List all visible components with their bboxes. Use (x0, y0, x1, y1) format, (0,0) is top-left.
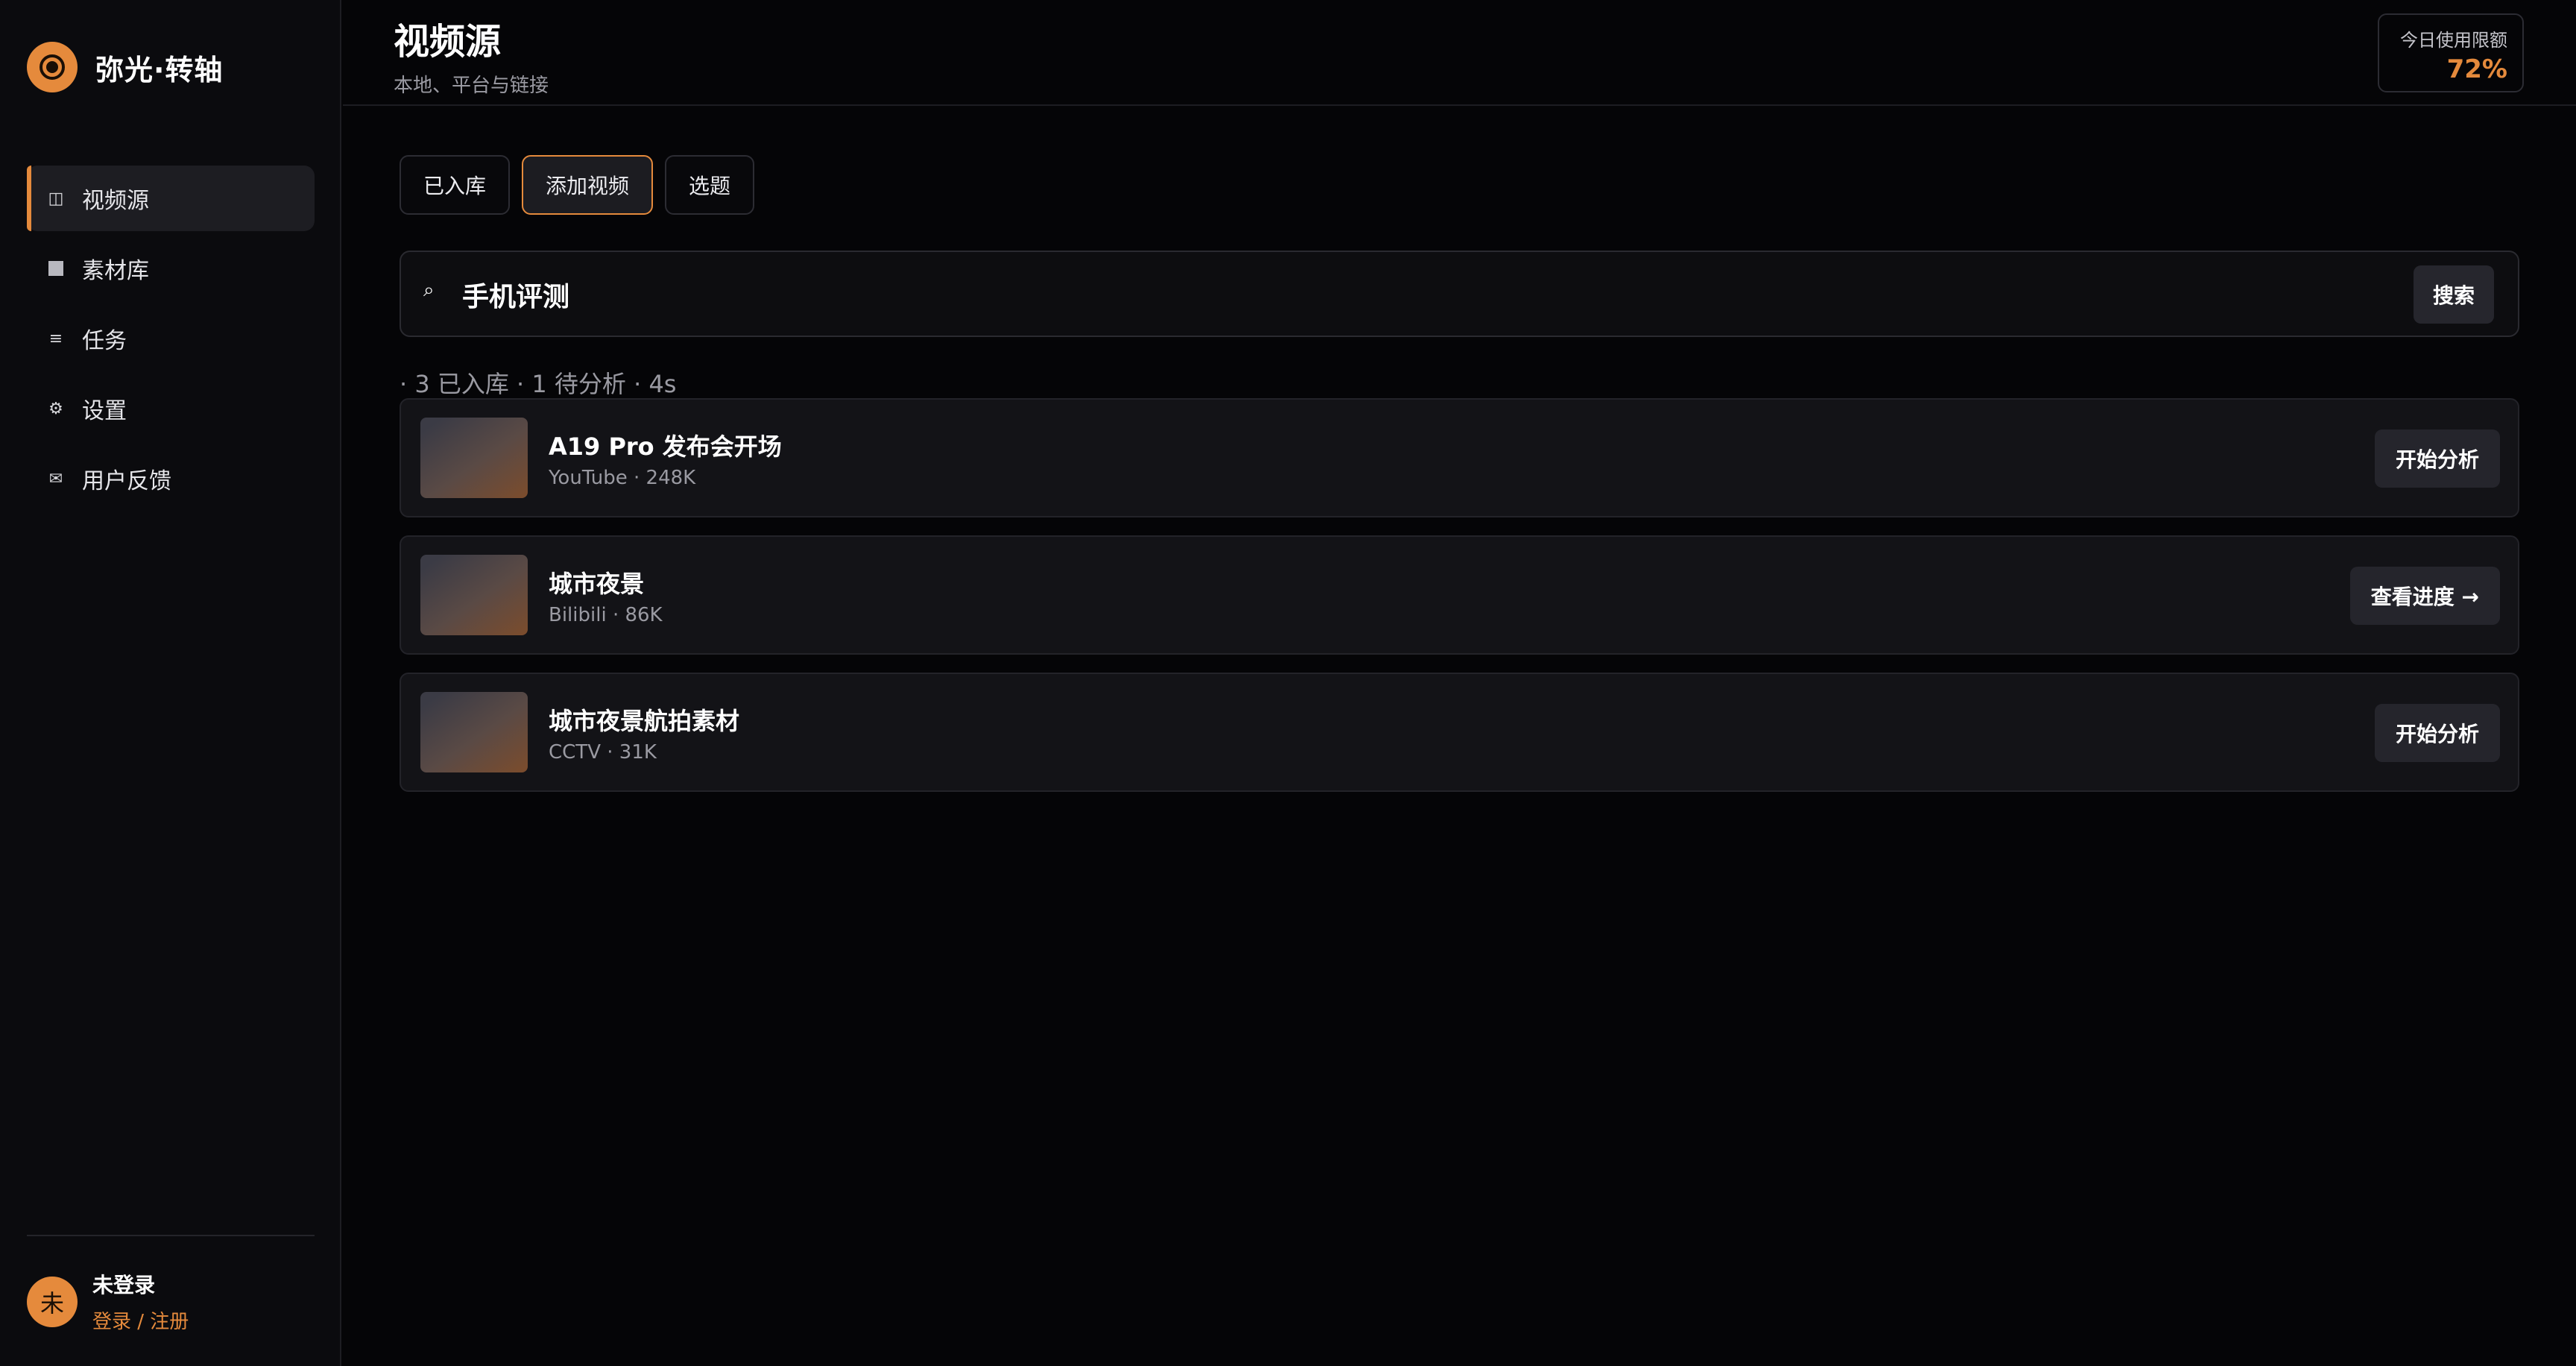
user-box: 未 未登录 登录 / 注册 (27, 1269, 189, 1334)
page-title: 视频源 (394, 21, 502, 63)
video-thumbnail (420, 692, 528, 772)
tab-add-video[interactable]: 添加视频 (522, 155, 654, 215)
brand-logo-icon (27, 42, 78, 92)
square-icon (45, 261, 67, 276)
avatar[interactable]: 未 (27, 1276, 78, 1327)
user-name: 未登录 (92, 1273, 156, 1297)
quota-value: 72% (2446, 54, 2507, 84)
sidebar-item-label: 素材库 (82, 258, 149, 284)
sidebar-item-settings[interactable]: ⚙ 设置 (27, 376, 315, 441)
sidebar-item-label: 用户反馈 (82, 468, 171, 494)
quota-label: 今日使用限额 (2400, 30, 2507, 51)
results-summary: · 3 已入库 · 1 待分析 · 4s (400, 370, 677, 398)
video-meta: YouTube · 248K (549, 467, 696, 489)
user-info: 未登录 登录 / 注册 (92, 1269, 189, 1334)
usage-quota: 今日使用限额 72% (2378, 13, 2524, 92)
view-progress-button[interactable]: 查看进度 → (2349, 567, 2500, 625)
login-register-link[interactable]: 登录 / 注册 (92, 1306, 189, 1334)
search-input[interactable] (461, 268, 2324, 321)
brand-name: 弥光·转轴 (95, 53, 224, 86)
columns-icon: ◫ (48, 189, 64, 208)
sidebar-item-material-library[interactable]: 素材库 (27, 236, 315, 301)
brand[interactable]: 弥光·转轴 (27, 42, 223, 92)
video-thumbnail (420, 555, 528, 635)
sidebar: 弥光·转轴 ◫ 视频源 素材库 ≡ 任务 ⚙ 设置 ✉ 用户反馈 未 未登录 登… (0, 0, 341, 1366)
list-item[interactable]: A19 Pro 发布会开场 YouTube · 248K 开始分析 (400, 398, 2519, 517)
source-tabs: 已入库 添加视频 选题 (400, 155, 766, 215)
gear-icon: ⚙ (48, 399, 63, 418)
video-meta: Bilibili · 86K (549, 604, 663, 626)
tab-topics[interactable]: 选题 (665, 155, 755, 215)
list-item[interactable]: 城市夜景 Bilibili · 86K 查看进度 → (400, 535, 2519, 655)
video-meta: CCTV · 31K (549, 741, 657, 764)
start-analysis-button[interactable]: 开始分析 (2374, 429, 2500, 488)
results-list: A19 Pro 发布会开场 YouTube · 248K 开始分析 城市夜景 B… (400, 398, 2519, 810)
sidebar-item-video-source[interactable]: ◫ 视频源 (27, 166, 315, 231)
sidebar-item-feedback[interactable]: ✉ 用户反馈 (27, 446, 315, 512)
sidebar-item-tasks[interactable]: ≡ 任务 (27, 306, 315, 371)
search-icon: ⌕ (423, 279, 435, 301)
page-subtitle: 本地、平台与链接 (394, 75, 549, 97)
page-header: 视频源 本地、平台与链接 今日使用限额 72% (343, 0, 2576, 106)
list-icon: ≡ (48, 329, 63, 348)
start-analysis-button[interactable]: 开始分析 (2374, 704, 2500, 762)
mail-icon: ✉ (48, 469, 63, 488)
video-title: 城市夜景 (549, 570, 645, 598)
sidebar-item-label: 任务 (82, 328, 127, 354)
sidebar-divider (27, 1235, 315, 1236)
video-title: A19 Pro 发布会开场 (549, 432, 782, 461)
sidebar-item-label: 设置 (82, 398, 127, 424)
sidebar-nav: ◫ 视频源 素材库 ≡ 任务 ⚙ 设置 ✉ 用户反馈 (27, 166, 315, 516)
list-item[interactable]: 城市夜景航拍素材 CCTV · 31K 开始分析 (400, 673, 2519, 792)
sidebar-item-label: 视频源 (82, 188, 149, 214)
video-thumbnail (420, 418, 528, 498)
tab-in-library[interactable]: 已入库 (400, 155, 511, 215)
search-button[interactable]: 搜索 (2414, 265, 2494, 324)
video-title: 城市夜景航拍素材 (549, 707, 740, 735)
search-bar: ⌕ 搜索 (400, 251, 2519, 337)
